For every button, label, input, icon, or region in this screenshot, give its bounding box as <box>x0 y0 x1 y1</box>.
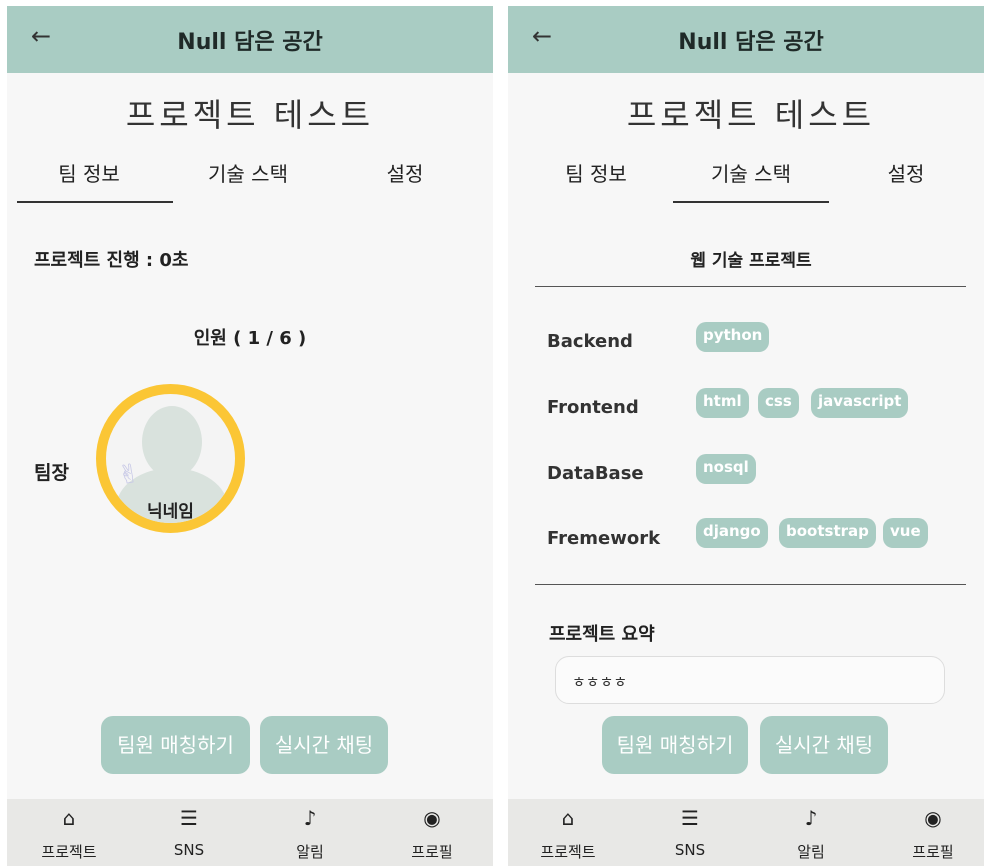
active-tab-indicator <box>17 201 173 203</box>
home-icon: ⌂ <box>561 806 575 830</box>
tech-chip: bootstrap <box>779 518 876 548</box>
tech-chip: django <box>696 518 768 548</box>
member-count: 인원 ( 1 / 6 ) <box>193 328 307 349</box>
nav-item-alerts[interactable]: ♪ 알림 <box>766 805 856 862</box>
nav-label: 프로필 <box>411 843 453 861</box>
tech-chip: html <box>696 388 749 418</box>
bottom-nav: ⌂ 프로젝트 ☰ SNS ♪ 알림 ◉ 프로필 <box>508 799 984 866</box>
document-icon: ☰ <box>180 806 198 830</box>
tab-settings[interactable]: 설정 <box>327 158 483 187</box>
active-tab-indicator <box>673 201 829 203</box>
nav-label: SNS <box>674 841 706 859</box>
profile-icon: ◉ <box>924 806 942 830</box>
nav-label: 프로필 <box>912 843 954 861</box>
tab-team-info[interactable]: 팀 정보 <box>518 158 674 187</box>
nav-item-sns[interactable]: ☰ SNS <box>144 805 234 859</box>
tab-team-info[interactable]: 팀 정보 <box>11 158 167 187</box>
tab-tech-stack[interactable]: 기술 스택 <box>170 158 326 187</box>
app-title: Null 담은 공간 <box>678 30 824 55</box>
bell-icon: ♪ <box>804 806 818 830</box>
nav-item-profile[interactable]: ◉ 프로필 <box>387 805 477 862</box>
nav-label: 프로젝트 <box>540 843 596 861</box>
live-chat-button[interactable]: 실시간 채팅 <box>760 716 888 774</box>
project-progress: 프로젝트 진행 : 0초 <box>34 250 189 271</box>
stack-label-framework: Fremework <box>547 528 661 549</box>
tech-chip: nosql <box>696 454 756 484</box>
stack-label-frontend: Frontend <box>547 397 639 418</box>
tech-stack-screen: ← Null 담은 공간 프로젝트 테스트 팀 정보 기술 스택 설정 웹 기술… <box>508 6 984 866</box>
top-bar: ← Null 담은 공간 <box>508 6 984 73</box>
leader-nickname: 닉네임 <box>147 502 194 522</box>
nav-label: 프로젝트 <box>41 843 97 861</box>
project-title: 프로젝트 테스트 <box>626 96 876 134</box>
nav-item-project[interactable]: ⌂ 프로젝트 <box>24 805 114 862</box>
summary-label: 프로젝트 요약 <box>549 624 655 645</box>
bottom-nav: ⌂ 프로젝트 ☰ SNS ♪ 알림 ◉ 프로필 <box>7 799 493 866</box>
tech-chip: javascript <box>811 388 909 418</box>
tech-chip: vue <box>883 518 928 548</box>
nav-item-profile[interactable]: ◉ 프로필 <box>888 805 978 862</box>
match-members-button[interactable]: 팀원 매칭하기 <box>101 716 250 774</box>
project-title: 프로젝트 테스트 <box>125 96 375 134</box>
leader-label: 팀장 <box>34 462 69 484</box>
nav-label: SNS <box>173 841 205 859</box>
nav-item-project[interactable]: ⌂ 프로젝트 <box>523 805 613 862</box>
peace-sign-icon: ✌ <box>115 458 143 492</box>
leader-avatar[interactable]: ✌ 닉네임 <box>96 384 245 533</box>
profile-icon: ◉ <box>423 806 441 830</box>
match-members-button[interactable]: 팀원 매칭하기 <box>602 716 748 774</box>
divider <box>535 584 966 585</box>
summary-field[interactable]: ㅎㅎㅎㅎ <box>555 656 945 704</box>
tech-section-title: 웹 기술 프로젝트 <box>690 251 812 271</box>
tech-chip: python <box>696 322 770 352</box>
live-chat-button[interactable]: 실시간 채팅 <box>260 716 388 774</box>
team-info-screen: ← Null 담은 공간 프로젝트 테스트 팀 정보 기술 스택 설정 프로젝트… <box>7 6 493 866</box>
divider <box>535 286 966 287</box>
bell-icon: ♪ <box>303 806 317 830</box>
nav-label: 알림 <box>296 843 324 861</box>
nav-item-alerts[interactable]: ♪ 알림 <box>265 805 355 862</box>
nav-item-sns[interactable]: ☰ SNS <box>645 805 735 859</box>
stack-label-database: DataBase <box>547 463 644 484</box>
app-title: Null 담은 공간 <box>177 30 323 55</box>
tab-settings[interactable]: 설정 <box>828 158 984 187</box>
tech-chip: css <box>758 388 799 418</box>
top-bar: ← Null 담은 공간 <box>7 6 493 73</box>
stack-label-backend: Backend <box>547 331 633 352</box>
document-icon: ☰ <box>681 806 699 830</box>
home-icon: ⌂ <box>62 806 76 830</box>
tab-tech-stack[interactable]: 기술 스택 <box>673 158 829 187</box>
nav-label: 알림 <box>797 843 825 861</box>
